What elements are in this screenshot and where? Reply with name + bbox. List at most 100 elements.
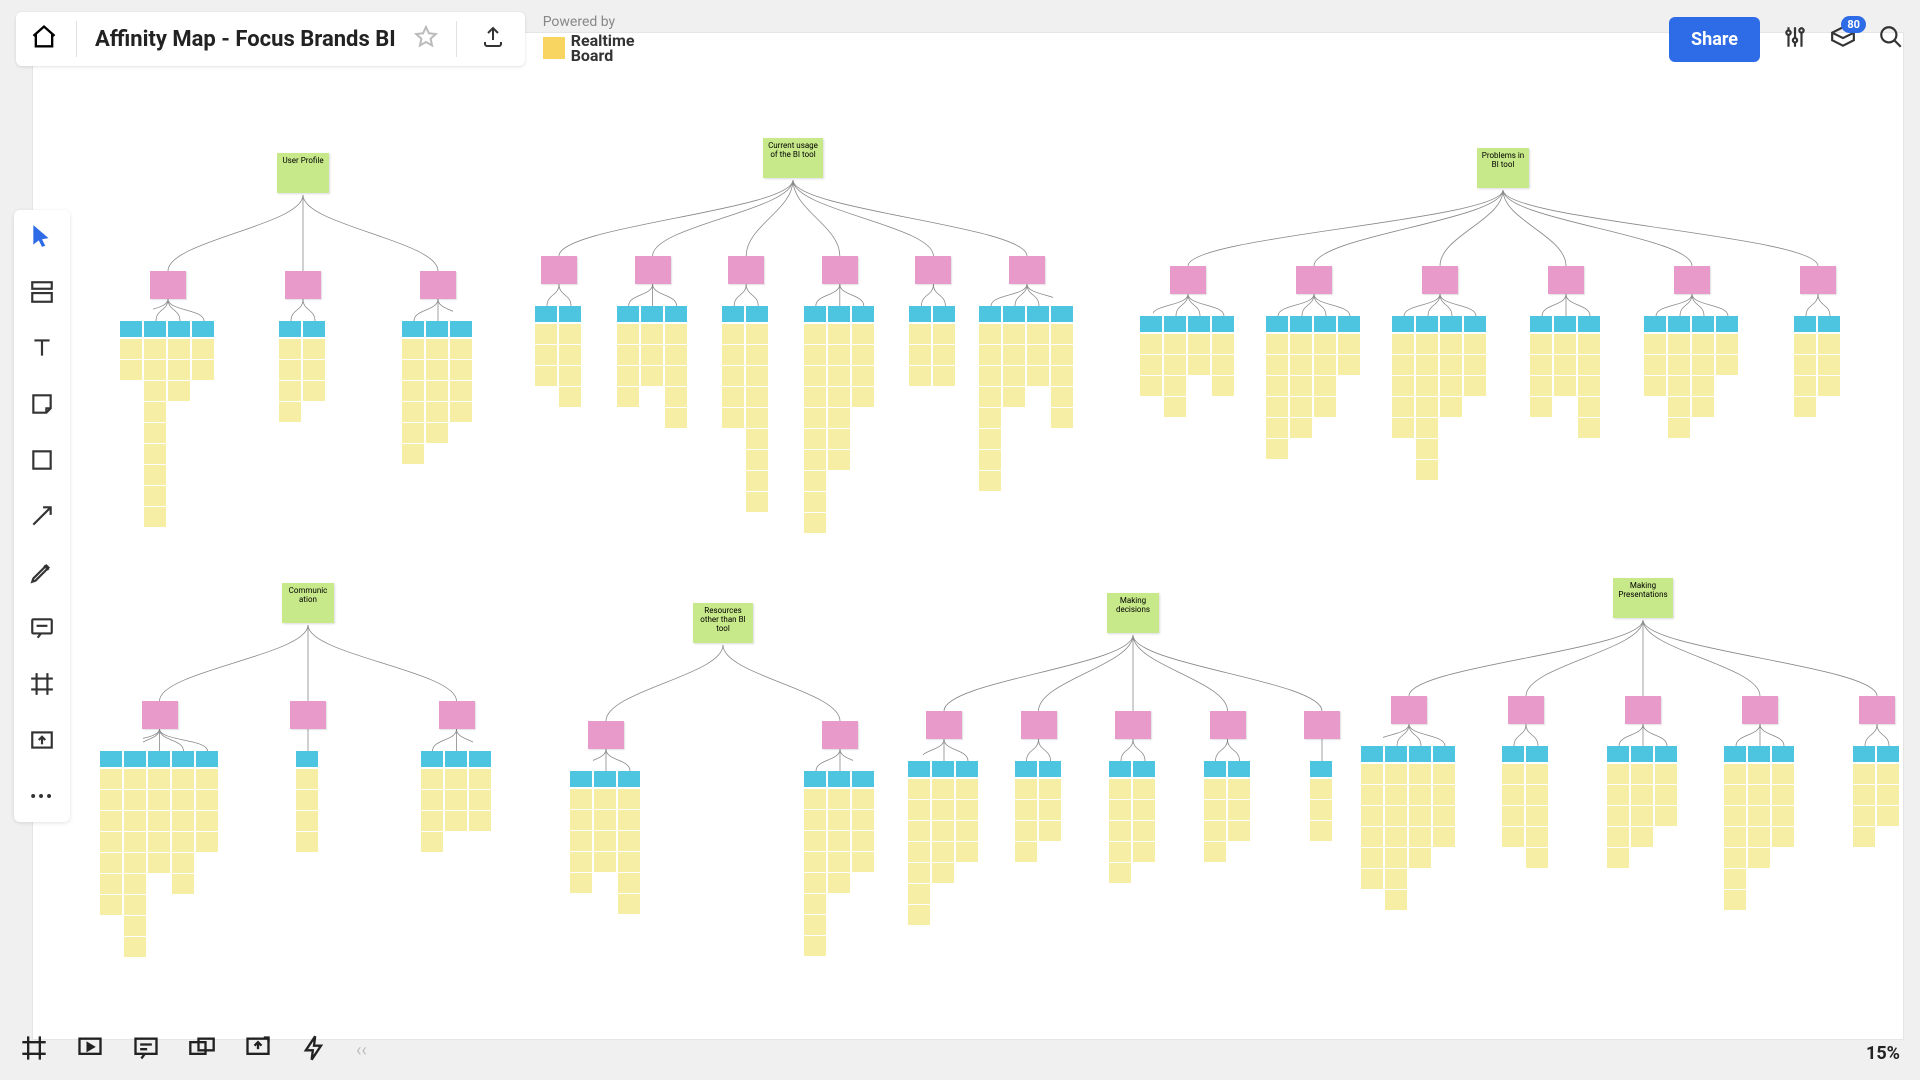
blue-note[interactable] [1266, 316, 1288, 332]
yellow-note[interactable] [956, 779, 978, 799]
blue-note[interactable] [1502, 746, 1524, 762]
shape-tool[interactable] [26, 444, 58, 476]
yellow-note[interactable] [1204, 842, 1226, 862]
yellow-note[interactable] [1644, 376, 1666, 396]
blue-note[interactable] [426, 321, 448, 337]
yellow-note[interactable] [1409, 806, 1431, 826]
yellow-note[interactable] [1692, 355, 1714, 375]
yellow-note[interactable] [1416, 397, 1438, 417]
yellow-note[interactable] [100, 895, 122, 915]
yellow-note[interactable] [196, 790, 218, 810]
collapse-chevrons-icon[interactable]: ‹‹ [356, 1040, 367, 1061]
yellow-note[interactable] [1668, 355, 1690, 375]
yellow-note[interactable] [1109, 821, 1131, 841]
yellow-note[interactable] [100, 853, 122, 873]
yellow-note[interactable] [1631, 785, 1653, 805]
yellow-note[interactable] [570, 831, 592, 851]
yellow-note[interactable] [1392, 334, 1414, 354]
yellow-note[interactable] [1631, 764, 1653, 784]
yellow-note[interactable] [909, 345, 931, 365]
yellow-note[interactable] [1228, 800, 1250, 820]
yellow-note[interactable] [852, 810, 874, 830]
yellow-note[interactable] [1818, 334, 1840, 354]
mid-note[interactable] [1422, 266, 1458, 294]
yellow-note[interactable] [1772, 764, 1794, 784]
mid-note[interactable] [439, 701, 475, 729]
yellow-note[interactable] [426, 360, 448, 380]
yellow-note[interactable] [144, 486, 166, 506]
yellow-note[interactable] [1290, 418, 1312, 438]
yellow-note[interactable] [1212, 334, 1234, 354]
yellow-note[interactable] [618, 852, 640, 872]
yellow-note[interactable] [1361, 764, 1383, 784]
yellow-note[interactable] [1526, 806, 1548, 826]
mid-note[interactable] [541, 256, 577, 284]
yellow-note[interactable] [1015, 800, 1037, 820]
yellow-note[interactable] [1644, 334, 1666, 354]
mid-note[interactable] [822, 256, 858, 284]
sticky-tool[interactable] [26, 388, 58, 420]
blue-note[interactable] [1392, 316, 1414, 332]
yellow-note[interactable] [1724, 764, 1746, 784]
yellow-note[interactable] [144, 465, 166, 485]
yellow-note[interactable] [852, 387, 874, 407]
yellow-note[interactable] [279, 360, 301, 380]
yellow-note[interactable] [1655, 764, 1677, 784]
blue-note[interactable] [1644, 316, 1666, 332]
blue-note[interactable] [617, 306, 639, 322]
yellow-note[interactable] [1877, 785, 1899, 805]
yellow-note[interactable] [1051, 345, 1073, 365]
blue-note[interactable] [148, 751, 170, 767]
yellow-note[interactable] [1440, 355, 1462, 375]
yellow-note[interactable] [1853, 827, 1875, 847]
blue-note[interactable] [1748, 746, 1770, 762]
yellow-note[interactable] [1385, 890, 1407, 910]
yellow-note[interactable] [594, 810, 616, 830]
yellow-note[interactable] [1578, 355, 1600, 375]
yellow-note[interactable] [559, 324, 581, 344]
yellow-note[interactable] [1724, 869, 1746, 889]
yellow-note[interactable] [979, 366, 1001, 386]
yellow-note[interactable] [1794, 376, 1816, 396]
yellow-note[interactable] [303, 360, 325, 380]
upload-tool[interactable] [26, 724, 58, 756]
mid-note[interactable] [290, 701, 326, 729]
yellow-note[interactable] [852, 366, 874, 386]
yellow-note[interactable] [1310, 800, 1332, 820]
yellow-note[interactable] [445, 811, 467, 831]
yellow-note[interactable] [1392, 355, 1414, 375]
yellow-note[interactable] [1385, 785, 1407, 805]
yellow-note[interactable] [124, 769, 146, 789]
yellow-note[interactable] [1392, 397, 1414, 417]
yellow-note[interactable] [1290, 397, 1312, 417]
yellow-note[interactable] [1204, 800, 1226, 820]
mid-note[interactable] [1742, 696, 1778, 724]
blue-note[interactable] [594, 771, 616, 787]
yellow-note[interactable] [148, 853, 170, 873]
blue-note[interactable] [296, 751, 318, 767]
yellow-note[interactable] [852, 831, 874, 851]
yellow-note[interactable] [570, 852, 592, 872]
cluster[interactable]: Communic ation [143, 583, 473, 933]
yellow-note[interactable] [1502, 785, 1524, 805]
blue-note[interactable] [1526, 746, 1548, 762]
yellow-note[interactable] [144, 423, 166, 443]
yellow-note[interactable] [1433, 806, 1455, 826]
yellow-note[interactable] [933, 324, 955, 344]
yellow-note[interactable] [1361, 806, 1383, 826]
yellow-note[interactable] [1385, 806, 1407, 826]
yellow-note[interactable] [1266, 439, 1288, 459]
yellow-note[interactable] [618, 789, 640, 809]
yellow-note[interactable] [1361, 785, 1383, 805]
blue-note[interactable] [1310, 761, 1332, 777]
yellow-note[interactable] [618, 894, 640, 914]
yellow-note[interactable] [979, 387, 1001, 407]
yellow-note[interactable] [979, 408, 1001, 428]
yellow-note[interactable] [908, 905, 930, 925]
blue-note[interactable] [570, 771, 592, 787]
yellow-note[interactable] [617, 345, 639, 365]
blue-note[interactable] [979, 306, 1001, 322]
cluster[interactable]: Problems in BI tool [1153, 148, 1853, 498]
blue-note[interactable] [828, 306, 850, 322]
blue-note[interactable] [100, 751, 122, 767]
